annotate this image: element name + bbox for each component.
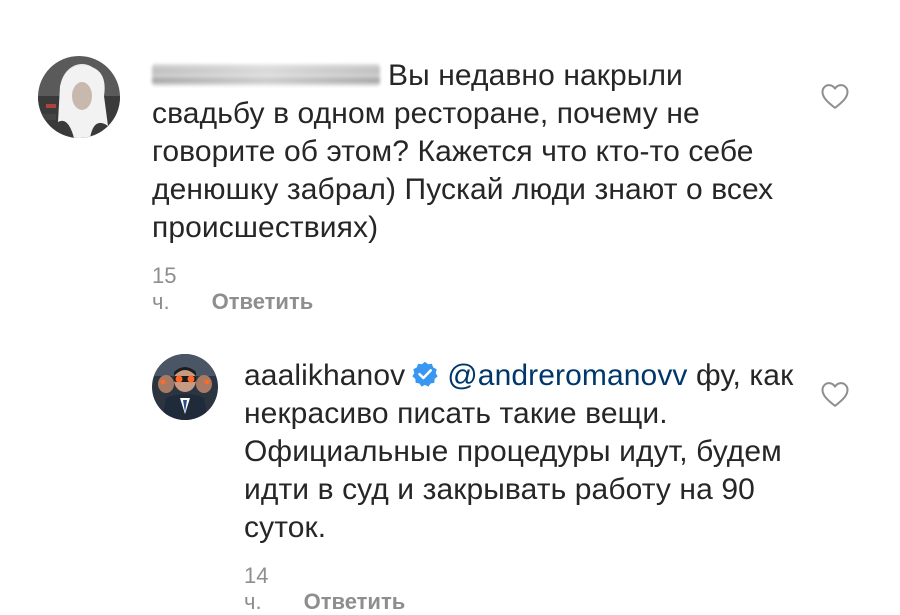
comment-text: Вы недавно накрыли свадьбу в одном ресто… (152, 59, 774, 244)
comment-time: 15 ч. (152, 263, 177, 314)
verified-badge-icon (412, 361, 438, 387)
heart-outline-icon[interactable] (820, 380, 850, 408)
avatar-photo (38, 56, 120, 138)
reply-button[interactable]: Ответить (212, 289, 314, 314)
avatar-photo (152, 354, 218, 420)
avatar[interactable] (38, 56, 120, 138)
comment-username[interactable]: aaalikhanov (244, 359, 405, 392)
username-redacted[interactable] (152, 64, 380, 86)
mention-link[interactable]: @andreromanovv (447, 359, 687, 392)
heart-outline-icon[interactable] (820, 82, 850, 110)
avatar[interactable] (152, 354, 218, 420)
reply-button[interactable]: Ответить (304, 589, 406, 614)
comment-time: 14 ч. (244, 563, 269, 614)
